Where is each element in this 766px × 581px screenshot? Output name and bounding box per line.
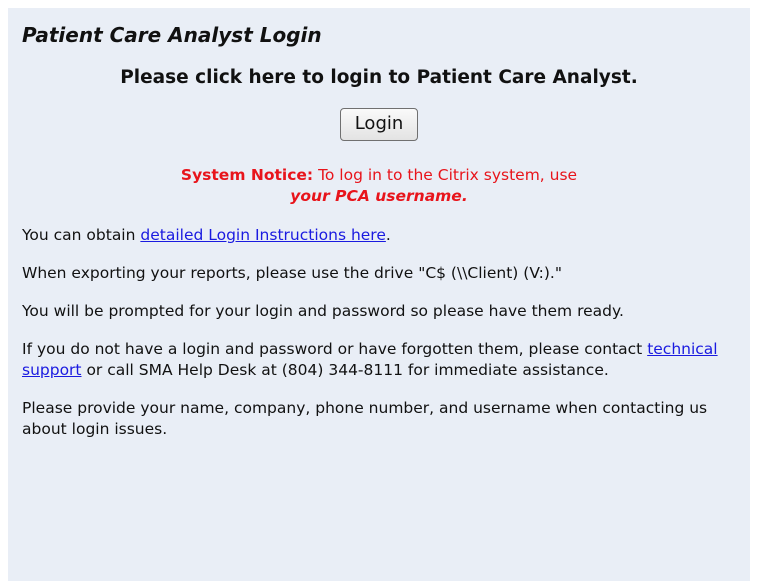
page-title: Patient Care Analyst Login (22, 23, 322, 47)
support-paragraph: If you do not have a login and password … (22, 339, 727, 381)
system-notice: System Notice: To log in to the Citrix s… (22, 165, 736, 207)
login-prompt: Please click here to login to Patient Ca… (120, 67, 638, 88)
instructions-prefix: You can obtain (22, 226, 141, 244)
system-notice-label: System Notice: (180, 166, 314, 184)
login-instructions-link[interactable]: detailed Login Instructions here (140, 226, 386, 244)
login-button[interactable]: Login (339, 108, 419, 141)
login-panel: Patient Care Analyst Login Please click … (8, 8, 750, 581)
support-suffix: or call SMA Help Desk at (804) 344-8111 … (81, 361, 609, 379)
export-paragraph: When exporting your reports, please use … (22, 264, 562, 282)
instructions-suffix: . (385, 226, 391, 244)
system-notice-end: . (461, 187, 468, 205)
provide-info-paragraph: Please provide your name, company, phone… (22, 399, 708, 438)
support-prefix: If you do not have a login and password … (22, 340, 648, 358)
login-button-wrap: Login (22, 108, 736, 141)
system-notice-emphasis: your PCA username (290, 187, 462, 205)
system-notice-text: To log in to the Citrix system, use (318, 166, 578, 184)
instructions-paragraph: You can obtain detailed Login Instructio… (22, 225, 727, 246)
prompted-paragraph: You will be prompted for your login and … (22, 302, 624, 320)
